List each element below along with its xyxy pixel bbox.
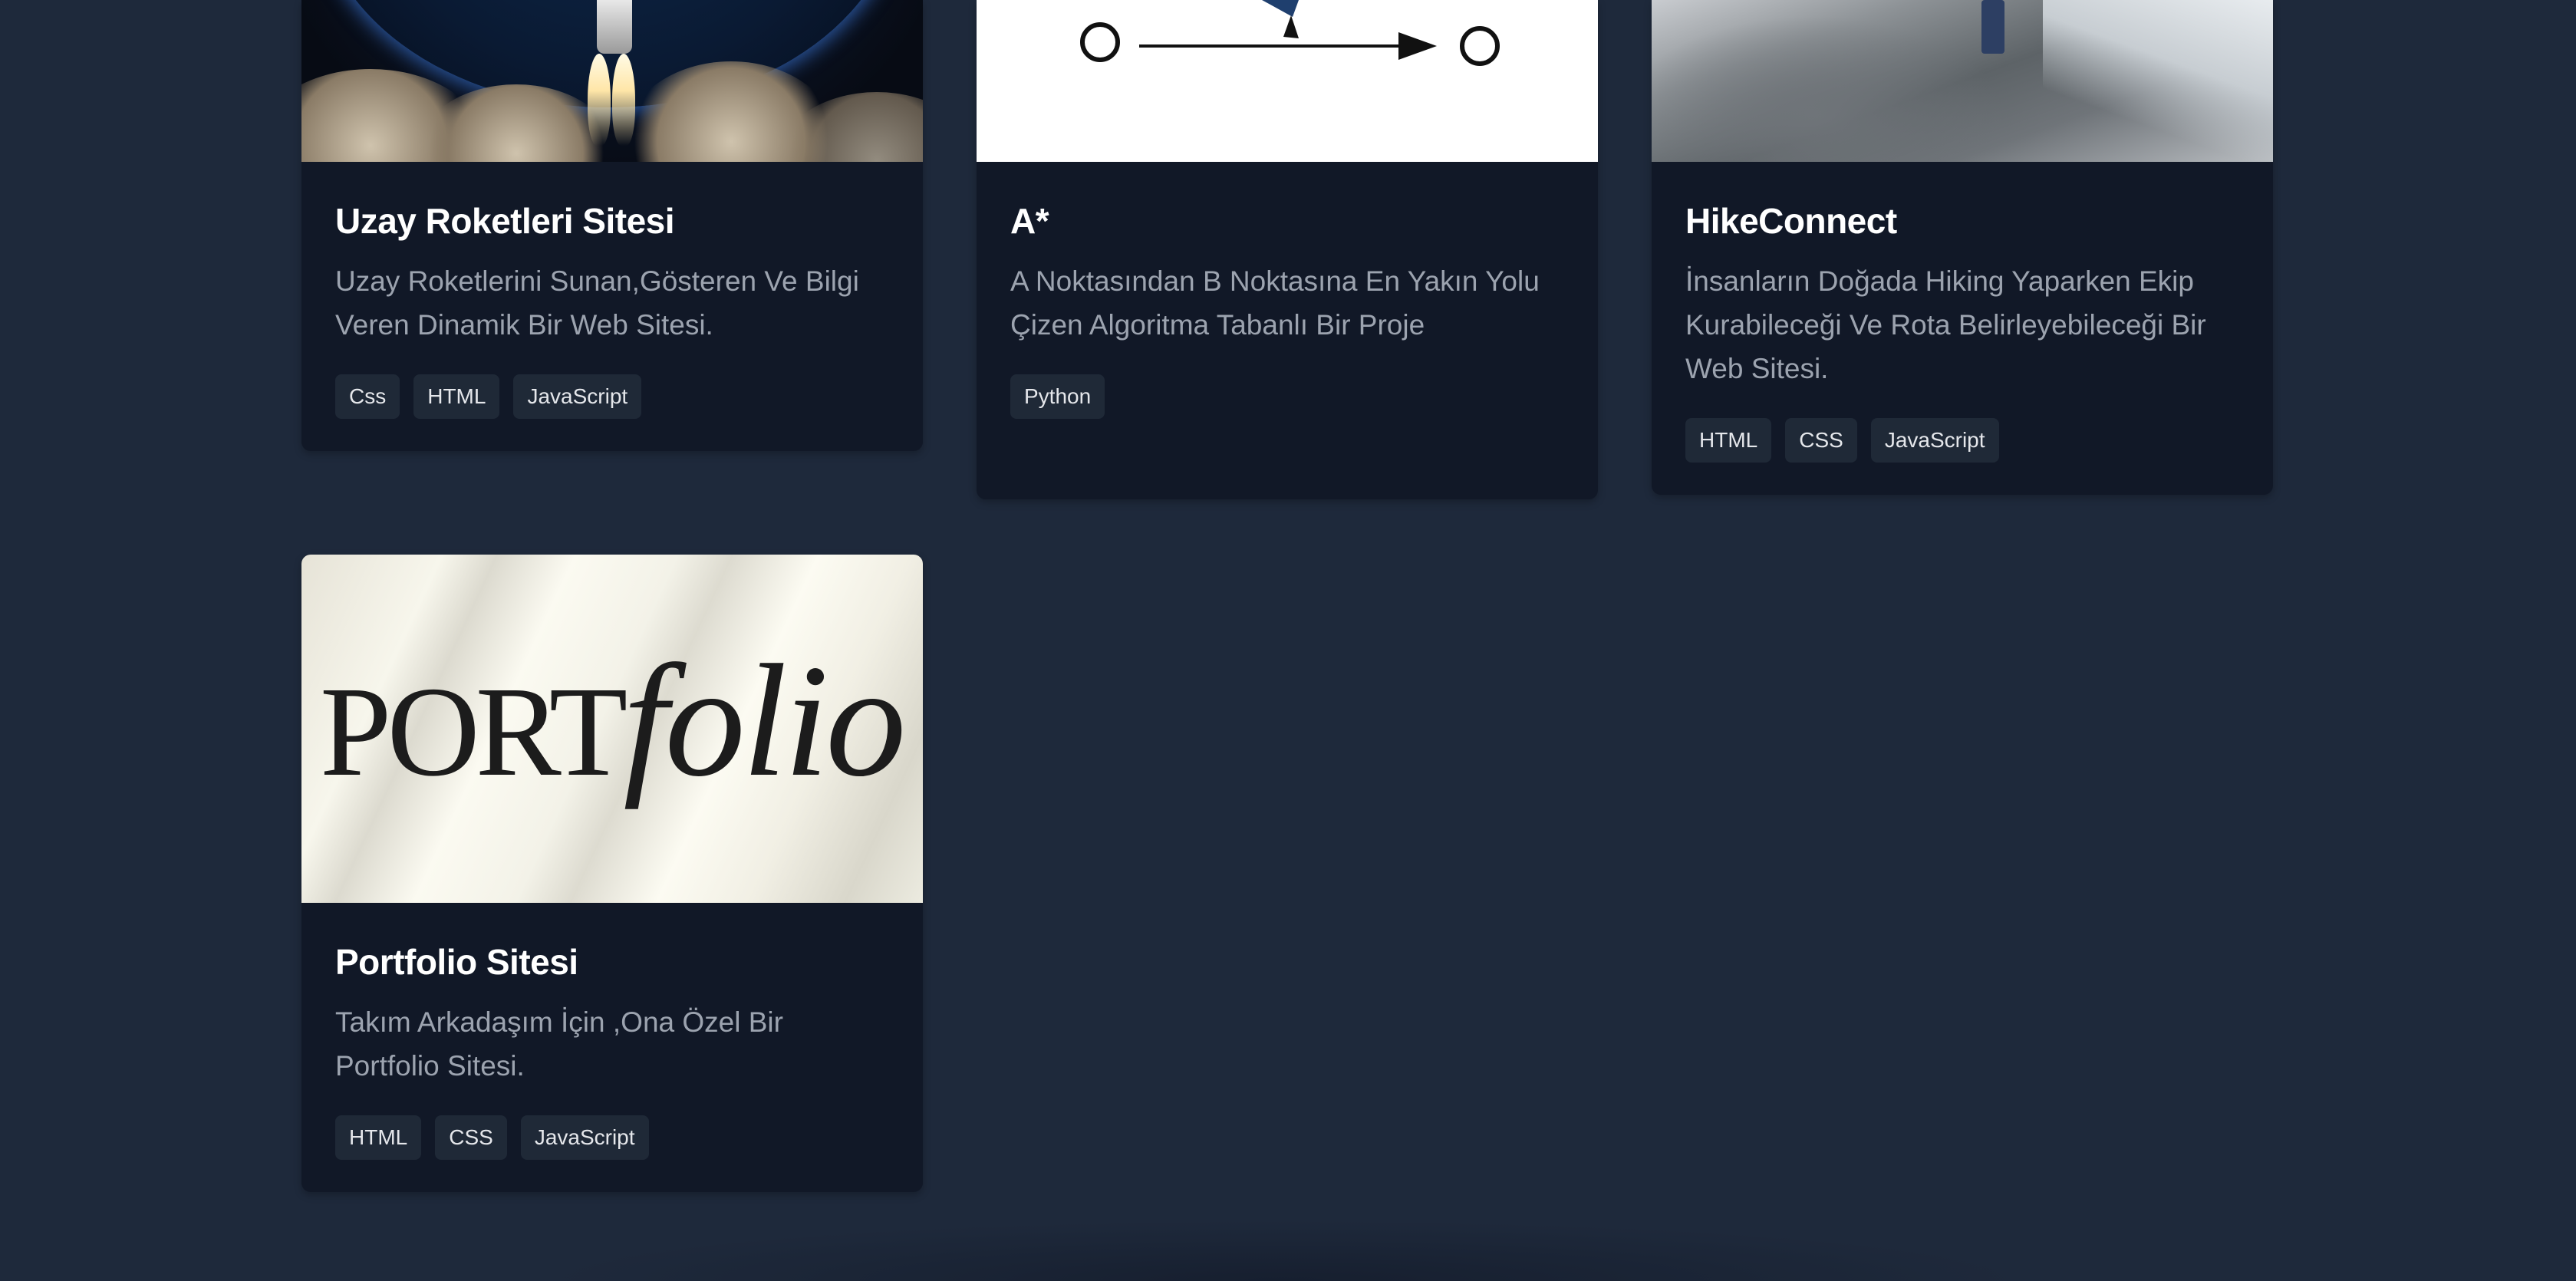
project-title: HikeConnect <box>1685 201 1897 241</box>
project-card-portfolio[interactable]: PORTfolio Portfolio Sitesi Takım Arkadaş… <box>301 555 923 1193</box>
tag: Css <box>335 374 400 420</box>
project-title: Portfolio Sitesi <box>335 942 578 982</box>
portfolio-logo-image: PORTfolio <box>301 555 923 903</box>
project-card-uzay-roketleri[interactable]: Uzay Roketleri Sitesi Uzay Roketlerini S… <box>301 0 923 452</box>
rocket-launch-image <box>301 0 923 162</box>
tag: HTML <box>1685 418 1772 463</box>
tag: JavaScript <box>520 1115 649 1161</box>
section-bottom-shadow <box>537 1220 2033 1281</box>
project-card-a-star[interactable]: A* A Noktasından B Noktasına En Yakın Yo… <box>977 0 1598 499</box>
project-title: A* <box>1010 201 1049 241</box>
path-arrow-icon <box>1080 0 1500 66</box>
project-description: A Noktasından B Noktasına En Yakın Yolu … <box>1010 265 1540 341</box>
mountain-hiker-image <box>1652 0 2273 162</box>
portfolio-logo-text: PORTfolio <box>320 632 906 810</box>
project-card-hikeconnect[interactable]: HikeConnect İnsanların Doğada Hiking Yap… <box>1652 0 2273 496</box>
tag: HTML <box>413 374 500 420</box>
project-description: Takım Arkadaşım İçin ,Ona Özel Bir Portf… <box>335 1006 783 1082</box>
project-description: Uzay Roketlerini Sunan,Gösteren Ve Bilgi… <box>335 265 859 341</box>
tag-list: Python <box>1010 374 1564 420</box>
tag: JavaScript <box>513 374 642 420</box>
tag: HTML <box>335 1115 422 1161</box>
tag: CSS <box>435 1115 507 1161</box>
tag: CSS <box>1785 418 1857 463</box>
project-description: İnsanların Doğada Hiking Yaparken Ekip K… <box>1685 265 2206 385</box>
tag: Python <box>1010 374 1105 420</box>
tag: JavaScript <box>1870 418 1999 463</box>
project-title: Uzay Roketleri Sitesi <box>335 201 675 241</box>
tag-list: HTML CSS JavaScript <box>1685 418 2239 463</box>
tag-list: Css HTML JavaScript <box>335 374 889 420</box>
tag-list: HTML CSS JavaScript <box>335 1115 889 1161</box>
pathfinding-diagram-image <box>977 0 1598 162</box>
